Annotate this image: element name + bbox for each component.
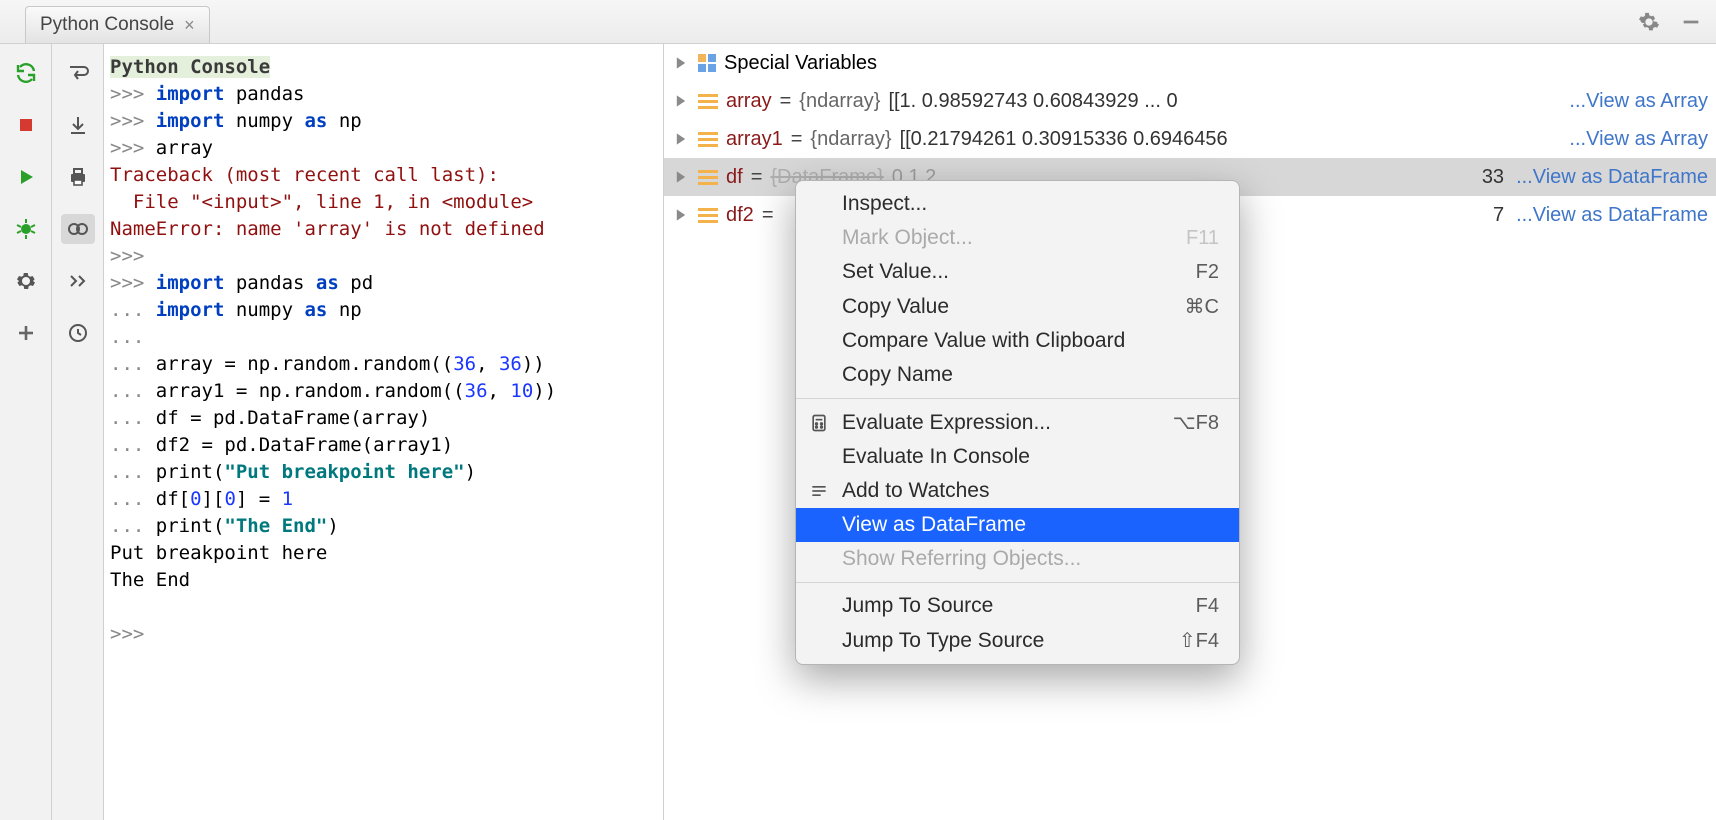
console-heading: Python Console — [110, 56, 270, 78]
menu-set-value[interactable]: Set Value...F2 — [796, 255, 1239, 289]
traceback-line: Traceback (most recent call last): — [110, 162, 657, 189]
left-gutter — [0, 44, 52, 820]
menu-copy-value[interactable]: Copy Value⌘C — [796, 289, 1239, 324]
code-line: ... print("Put breakpoint here") — [110, 459, 657, 486]
console-toolbar — [52, 44, 104, 820]
menu-evaluate-console[interactable]: Evaluate In Console — [796, 440, 1239, 474]
code-line: >>> — [110, 621, 657, 648]
view-as-dataframe-link[interactable]: ...View as DataFrame — [1516, 198, 1708, 232]
code-line: >>> import pandas — [110, 81, 657, 108]
ndarray-icon — [698, 132, 718, 147]
calculator-icon — [808, 412, 830, 434]
console-editor[interactable]: Python Console >>> import pandas >>> imp… — [104, 44, 664, 820]
menu-show-referring: Show Referring Objects... — [796, 542, 1239, 576]
var-label: Special Variables — [724, 46, 877, 80]
code-line: >>> import numpy as np — [110, 108, 657, 135]
menu-evaluate-expression[interactable]: Evaluate Expression...⌥F8 — [796, 405, 1239, 440]
traceback-line: File "<input>", line 1, in <module> — [110, 189, 657, 216]
ndarray-icon — [698, 94, 718, 109]
code-line: >>> — [110, 243, 657, 270]
code-line: ... df2 = pd.DataFrame(array1) — [110, 432, 657, 459]
menu-mark-object: Mark Object...F11 — [796, 221, 1239, 255]
debug-button[interactable] — [9, 214, 43, 244]
scroll-to-end-button[interactable] — [61, 110, 95, 140]
print-button[interactable] — [61, 162, 95, 192]
var-name: df2 — [726, 198, 754, 232]
settings-button[interactable] — [9, 266, 43, 296]
menu-add-watches[interactable]: Add to Watches — [796, 474, 1239, 508]
var-name: df — [726, 160, 743, 194]
history-next-button[interactable] — [61, 266, 95, 296]
menu-view-as-dataframe[interactable]: View as DataFrame — [796, 508, 1239, 542]
code-line: ... array = np.random.random((36, 36)) — [110, 351, 657, 378]
menu-separator — [796, 582, 1239, 583]
menu-compare-clipboard[interactable]: Compare Value with Clipboard — [796, 324, 1239, 358]
gear-icon[interactable] — [1638, 11, 1660, 33]
code-line: ... array1 = np.random.random((36, 10)) — [110, 378, 657, 405]
menu-jump-to-type-source[interactable]: Jump To Type Source⇧F4 — [796, 623, 1239, 658]
code-line: ... — [110, 324, 657, 351]
var-row-array1[interactable]: array1 = {ndarray} [[0.21794261 0.309153… — [664, 120, 1716, 158]
menu-separator — [796, 398, 1239, 399]
soft-wrap-button[interactable] — [61, 58, 95, 88]
traceback-line: NameError: name 'array' is not defined — [110, 216, 657, 243]
var-name: array1 — [726, 122, 783, 156]
menu-jump-to-source[interactable]: Jump To SourceF4 — [796, 589, 1239, 623]
var-name: array — [726, 84, 772, 118]
menu-inspect[interactable]: Inspect... — [796, 187, 1239, 221]
stop-button[interactable] — [9, 110, 43, 140]
output-line: The End — [110, 567, 657, 594]
expand-icon[interactable] — [672, 56, 690, 70]
minimize-icon[interactable] — [1680, 11, 1702, 33]
expand-icon[interactable] — [672, 208, 690, 222]
close-icon[interactable]: × — [184, 15, 195, 36]
code-line: >>> import pandas as pd — [110, 270, 657, 297]
code-line: >>> array — [110, 135, 657, 162]
code-line: ... df = pd.DataFrame(array) — [110, 405, 657, 432]
run-button[interactable] — [9, 162, 43, 192]
expand-icon[interactable] — [672, 170, 690, 184]
menu-copy-name[interactable]: Copy Name — [796, 358, 1239, 392]
view-as-array-link[interactable]: ...View as Array — [1569, 84, 1708, 118]
show-vars-button[interactable] — [61, 214, 95, 244]
code-line: ... import numpy as np — [110, 297, 657, 324]
watches-icon — [808, 480, 830, 502]
view-as-array-link[interactable]: ...View as Array — [1569, 122, 1708, 156]
expand-icon[interactable] — [672, 94, 690, 108]
add-button[interactable] — [9, 318, 43, 348]
view-as-dataframe-link[interactable]: ...View as DataFrame — [1516, 160, 1708, 194]
var-row-special[interactable]: Special Variables — [664, 44, 1716, 82]
expand-icon[interactable] — [672, 132, 690, 146]
dataframe-icon — [698, 208, 718, 223]
output-line: Put breakpoint here — [110, 540, 657, 567]
code-line: ... print("The End") — [110, 513, 657, 540]
code-line: ... df[0][0] = 1 — [110, 486, 657, 513]
dataframe-icon — [698, 170, 718, 185]
code-line — [110, 594, 657, 621]
var-row-array[interactable]: array = {ndarray} [[1. 0.98592743 0.6084… — [664, 82, 1716, 120]
history-button[interactable] — [61, 318, 95, 348]
python-console-tab[interactable]: Python Console × — [25, 6, 210, 43]
rerun-button[interactable] — [9, 58, 43, 88]
context-menu: Inspect... Mark Object...F11 Set Value..… — [795, 180, 1240, 665]
tab-bar: Python Console × — [0, 0, 1716, 44]
tab-title: Python Console — [40, 14, 174, 36]
special-vars-icon — [698, 54, 716, 72]
